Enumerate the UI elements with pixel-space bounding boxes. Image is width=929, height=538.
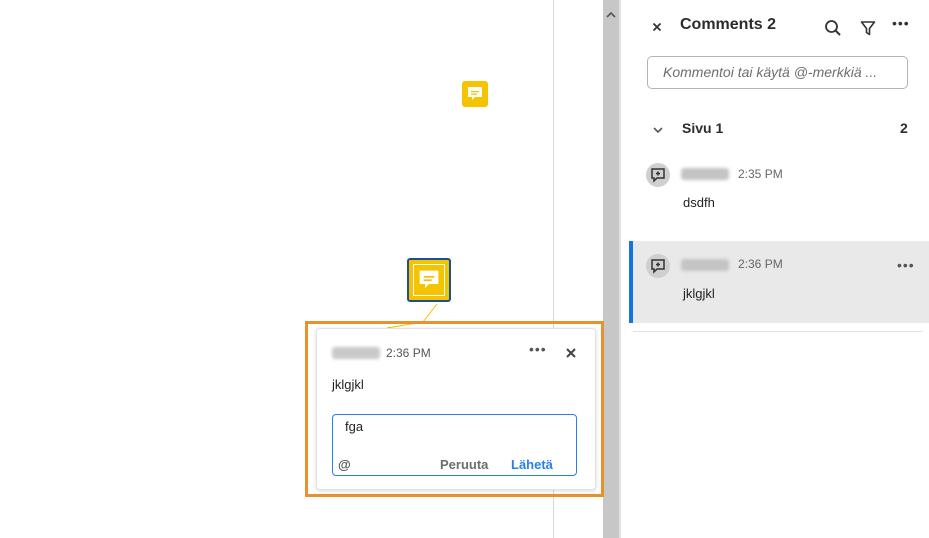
comment-author-blurred <box>681 168 729 180</box>
panel-more-icon[interactable]: ••• <box>892 15 910 31</box>
sticky-note-icon[interactable] <box>462 81 488 107</box>
panel-title: Comments 2 <box>680 16 777 33</box>
filter-icon[interactable] <box>860 20 876 37</box>
comment-timestamp: 2:35 PM <box>738 167 783 181</box>
reply-input-value[interactable]: fga <box>345 419 363 434</box>
chevron-down-icon[interactable] <box>652 122 664 134</box>
search-icon[interactable] <box>824 19 842 37</box>
selected-sticky-note-icon[interactable] <box>407 258 451 302</box>
comment-item[interactable]: 2:35 PM dsdfh <box>629 155 929 237</box>
send-button[interactable]: Lähetä <box>511 457 553 472</box>
mention-button[interactable]: @ <box>338 457 351 472</box>
popup-timestamp: 2:36 PM <box>386 346 431 360</box>
comment-avatar-icon <box>646 254 670 278</box>
section-title[interactable]: Sivu 1 <box>682 120 723 136</box>
vertical-scrollbar[interactable] <box>603 0 619 538</box>
comment-timestamp: 2:36 PM <box>738 257 783 271</box>
popup-author-name-blurred <box>332 347 380 359</box>
reply-field[interactable]: fga @ Peruuta Lähetä <box>332 414 577 476</box>
popup-close-icon[interactable] <box>564 346 578 360</box>
scroll-up-arrow-icon[interactable] <box>604 8 618 22</box>
comment-input[interactable]: Kommentoi tai käytä @-merkkiä ... <box>647 56 908 89</box>
section-count: 2 <box>900 120 908 136</box>
close-panel-icon[interactable] <box>650 20 664 34</box>
cancel-button[interactable]: Peruuta <box>440 457 488 472</box>
comment-text: dsdfh <box>683 195 715 210</box>
comments-panel: Comments 2 ••• Kommentoi tai käytä @-mer… <box>621 0 929 538</box>
popup-comment-text: jklgjkl <box>332 377 364 392</box>
comment-avatar-icon <box>646 163 670 187</box>
comment-author-blurred <box>681 259 729 271</box>
popup-more-icon[interactable]: ••• <box>529 342 547 360</box>
comment-text: jklgjkl <box>683 286 715 301</box>
comment-popup: 2:36 PM ••• jklgjkl fga @ Peruuta Lähetä <box>316 328 596 490</box>
divider <box>633 331 923 332</box>
comment-item-selected[interactable]: 2:36 PM jklgjkl ••• <box>629 241 929 323</box>
sticky-note-icon <box>413 264 445 296</box>
comment-more-icon[interactable]: ••• <box>897 257 915 273</box>
